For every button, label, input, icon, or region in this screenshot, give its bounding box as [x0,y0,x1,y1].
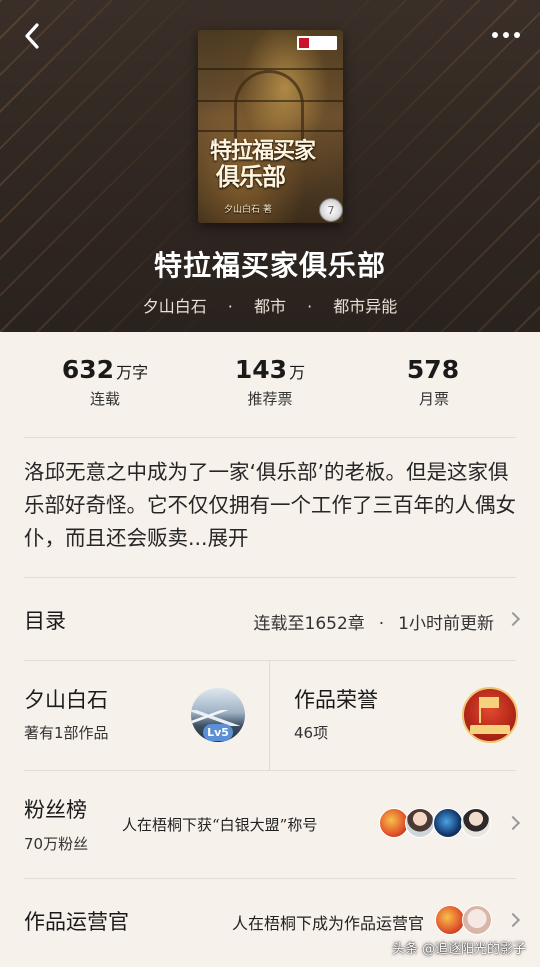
cover-author: 夕山白石 著 [224,205,272,215]
book-header: 特拉福买家 俱乐部 夕山白石 著 7 特拉福买家俱乐部 夕山白石 · 都市 · … [0,0,540,332]
more-options-button[interactable] [486,20,526,50]
chapter-status: 连载至1652章 [253,614,365,634]
chevron-left-icon [25,23,39,49]
honor-medal-icon [462,687,518,743]
genre-link[interactable]: 都市 [254,297,286,316]
author-card[interactable]: 夕山白石 著有1部作品 Lv5 [0,660,270,770]
catalog-row[interactable]: 目录 连载至1652章 · 1小时前更新 [0,578,540,660]
chevron-right-icon [505,611,521,627]
honors-title: 作品荣誉 [294,688,378,712]
fans-count: 70万粉丝 [24,835,89,853]
cover-title: 特拉福买家 俱乐部 [210,138,316,191]
more-dot-icon [514,32,520,38]
book-stats: 632 万字 连载 143 万 推荐票 578 月票 [0,355,540,419]
fan-avatar [433,808,463,838]
honors-card[interactable]: 作品荣誉 46项 [270,660,540,770]
level-badge: Lv5 [203,724,233,741]
meta-separator: · [307,297,313,316]
operator-text: 人在梧桐下成为作品运营官 [231,914,424,933]
fans-title: 粉丝榜 [24,798,87,822]
stat-word-count: 632 万字 连载 [61,355,149,408]
catalog-separator: · [378,614,385,634]
fans-highlight: 人在梧桐下获“白银大盟”称号 [122,816,318,834]
meta-separator: · [227,297,233,316]
fan-avatar [461,808,491,838]
divider [24,437,516,438]
cover-disc-icon: 7 [319,198,343,222]
book-meta: 夕山白石 · 都市 · 都市异能 [0,293,540,317]
author-link[interactable]: 夕山白石 [143,297,207,316]
expand-link[interactable]: 展开 [208,526,249,550]
summary-text: 洛邱无意之中成为了一家‘俱乐部’的老板。但是这家俱乐部好奇怪。它不仅仅拥有一个工… [24,460,516,550]
book-cover[interactable]: 特拉福买家 俱乐部 夕山白石 著 7 [198,30,343,223]
operator-avatar [435,905,465,935]
watermark: 头条 @追逐阳光的影子 [391,942,526,957]
update-time: 1小时前更新 [398,614,494,634]
stat-recommend-votes[interactable]: 143 万 推荐票 [180,355,360,409]
author-name: 夕山白石 [24,688,108,712]
more-dot-icon [503,32,509,38]
fan-avatar [405,808,435,838]
fans-row[interactable]: 粉丝榜 70万粉丝 人在梧桐下获“白银大盟”称号 [0,770,540,878]
stat-monthly-votes[interactable]: 578 月票 [344,355,524,409]
publisher-logo [297,36,337,50]
catalog-info: 连载至1652章 · 1小时前更新 [254,609,495,634]
author-works: 著有1部作品 [24,724,109,742]
book-title: 特拉福买家俱乐部 [153,249,386,282]
book-summary[interactable]: 洛邱无意之中成为了一家‘俱乐部’的老板。但是这家俱乐部好奇怪。它不仅仅拥有一个工… [24,456,520,555]
more-dot-icon [492,32,498,38]
catalog-title: 目录 [24,609,66,633]
subgenre-link[interactable]: 都市异能 [333,297,397,316]
chevron-right-icon [505,912,521,928]
honors-count: 46项 [294,724,329,742]
operator-title: 作品运营官 [24,910,129,934]
operator-avatar [462,905,492,935]
back-button[interactable] [14,18,50,54]
chevron-right-icon [505,815,521,831]
